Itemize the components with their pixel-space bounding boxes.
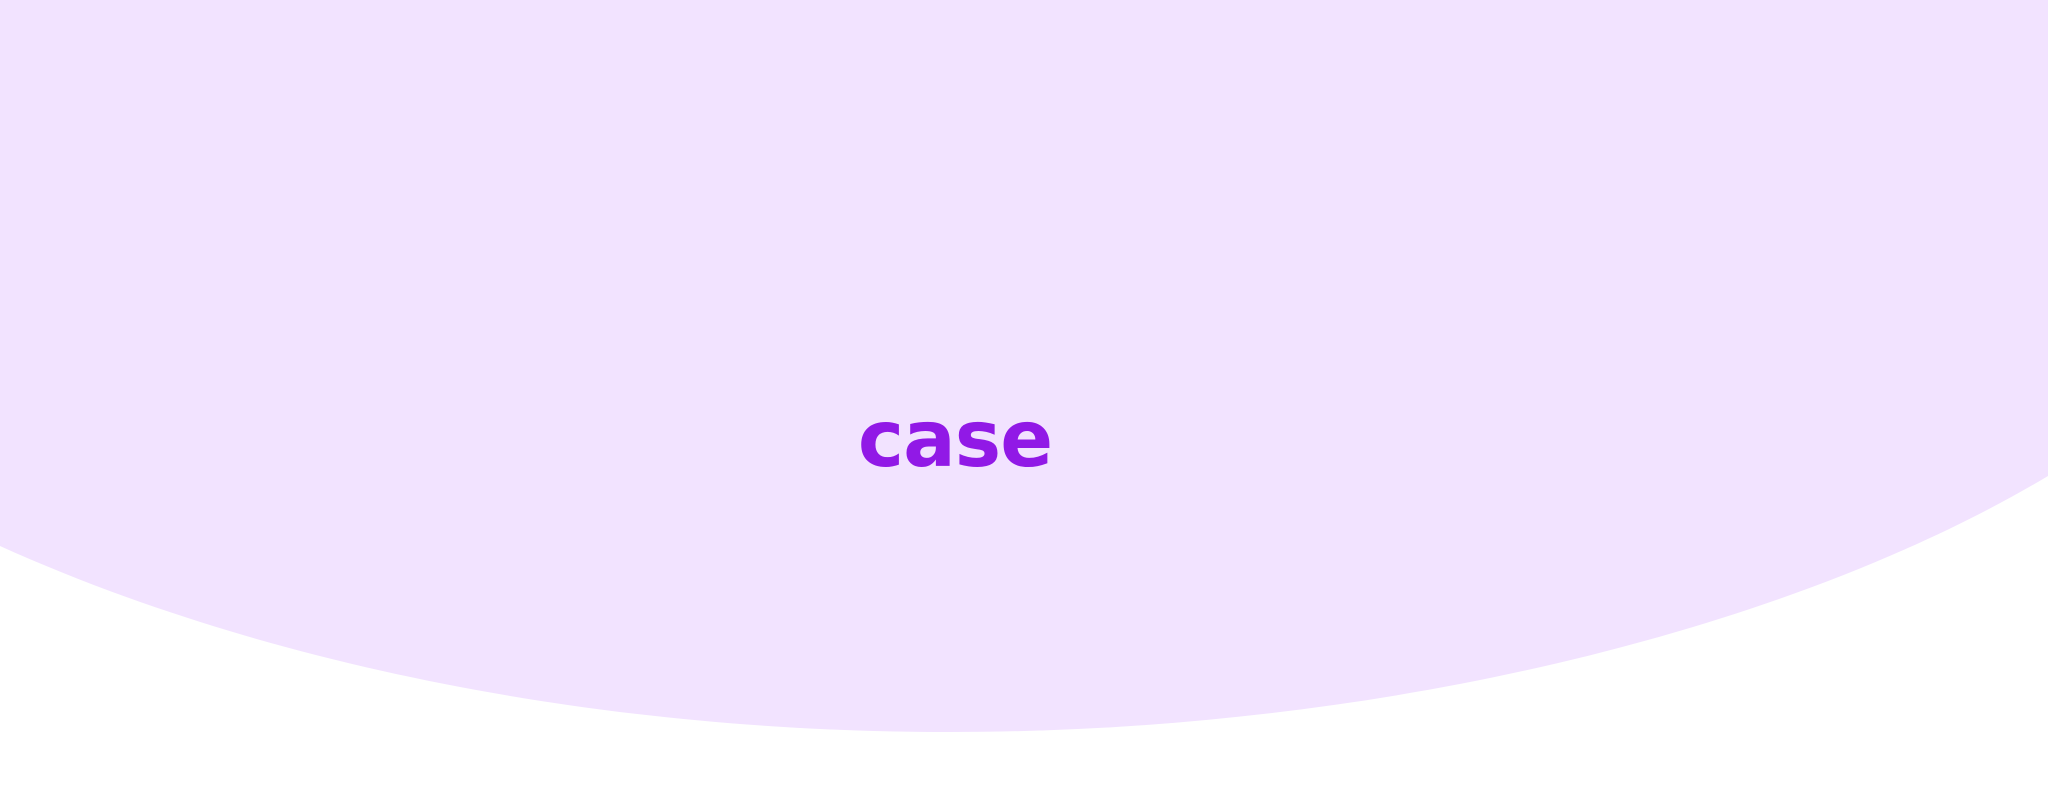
vocabulary-word: case — [857, 395, 1053, 485]
flashcard-stage: case — [0, 0, 2048, 803]
background-blob-shape — [0, 0, 2048, 732]
